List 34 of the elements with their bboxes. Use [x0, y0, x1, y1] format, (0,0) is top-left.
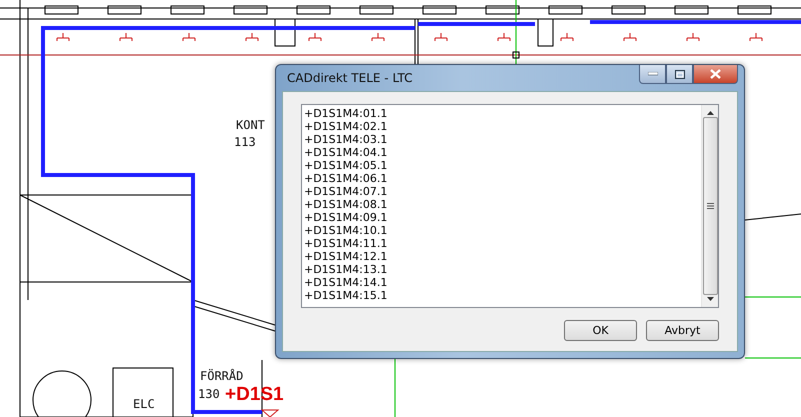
list-item[interactable]: +D1S1M4:12.1 [304, 250, 388, 263]
minimize-icon [648, 72, 658, 76]
room-label: 130 [198, 388, 220, 400]
list-item[interactable]: +D1S1M4:06.1 [304, 172, 388, 185]
room-label: KONT [236, 119, 265, 131]
grip-icon [706, 203, 714, 209]
list-item[interactable]: +D1S1M4:09.1 [304, 211, 388, 224]
dialog-button[interactable]: Avbryt [646, 320, 719, 341]
list-item[interactable]: +D1S1M4:07.1 [304, 185, 388, 198]
room-label: FÖRRÅD [200, 370, 244, 382]
list-item[interactable]: +D1S1M4:08.1 [304, 198, 388, 211]
maximize-button[interactable] [666, 65, 693, 84]
window-title: CADdirekt TELE - LTC [286, 71, 412, 85]
minimize-button[interactable] [639, 65, 666, 84]
list-item[interactable]: +D1S1M4:02.1 [304, 120, 388, 133]
close-icon [710, 69, 721, 79]
room-label: 113 [234, 136, 256, 148]
maximize-icon [674, 70, 684, 78]
list-item[interactable]: +D1S1M4:01.1 [304, 107, 388, 120]
list-item[interactable]: +D1S1M4:03.1 [304, 133, 388, 146]
scroll-down-icon [706, 297, 714, 301]
list-item[interactable]: +D1S1M4:11.1 [304, 237, 388, 250]
list-item[interactable]: +D1S1M4:10.1 [304, 224, 388, 237]
list-item[interactable]: +D1S1M4:14.1 [304, 276, 388, 289]
close-button[interactable] [693, 65, 738, 84]
scrollbar[interactable] [701, 105, 718, 307]
list-item[interactable]: +D1S1M4:05.1 [304, 159, 388, 172]
room-label: ELC [133, 398, 155, 410]
scroll-up-icon [706, 111, 714, 115]
list-item[interactable]: +D1S1M4:04.1 [304, 146, 388, 159]
list-item[interactable]: +D1S1M4:15.1 [304, 289, 388, 302]
dialog-button[interactable]: OK [564, 320, 637, 341]
list-item[interactable]: +D1S1M4:13.1 [304, 263, 388, 276]
scroll-thumb[interactable] [702, 117, 718, 295]
